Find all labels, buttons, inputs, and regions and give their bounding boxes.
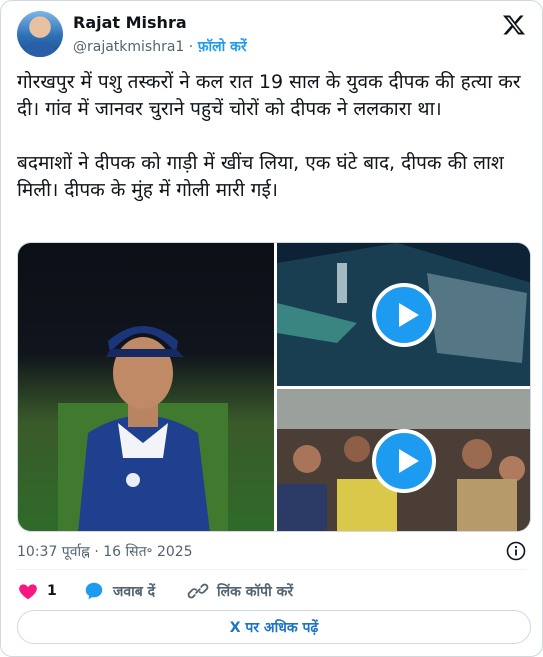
read-more-button[interactable]: X पर अधिक पढ़ें (17, 610, 531, 644)
timestamp[interactable]: 10:37 पूर्वाह्न · 16 सित॰ 2025 (17, 544, 193, 560)
media-photo[interactable] (18, 243, 274, 531)
reply-button[interactable]: जवाब दें (83, 579, 155, 603)
like-button[interactable]: 1 (17, 579, 57, 603)
handle-separator: · (188, 39, 194, 55)
avatar[interactable] (17, 11, 63, 57)
reply-bubble-icon (85, 582, 103, 600)
tweet-header: Rajat Mishra @rajatkmishra1 · फ़ॉलो करें (17, 11, 526, 59)
link-icon (187, 583, 209, 599)
author-handle-row: @rajatkmishra1 · फ़ॉलो करें (73, 37, 247, 56)
heart-icon (19, 584, 37, 600)
tweet-card: Rajat Mishra @rajatkmishra1 · फ़ॉलो करें… (0, 0, 543, 657)
meta-row: 10:37 पूर्वाह्न · 16 सित॰ 2025 (17, 541, 526, 563)
media-grid (17, 242, 531, 532)
person-photo (58, 326, 228, 531)
info-icon[interactable] (506, 541, 526, 561)
copy-link-label: लिंक कॉपी करें (217, 583, 294, 600)
follow-button[interactable]: फ़ॉलो करें (198, 39, 247, 55)
author-handle[interactable]: @rajatkmishra1 (73, 39, 184, 55)
play-icon[interactable] (372, 429, 436, 493)
copy-link-button[interactable]: लिंक कॉपी करें (187, 579, 293, 603)
divider (17, 569, 526, 570)
media-video-1[interactable] (277, 243, 530, 386)
reply-label: जवाब दें (113, 583, 156, 600)
action-bar: 1 जवाब दें लिंक कॉपी करें (17, 579, 526, 603)
like-count: 1 (47, 583, 57, 599)
tweet-text: गोरखपुर में पशु तस्करों ने कल रात 19 साल… (17, 71, 521, 201)
play-icon[interactable] (372, 283, 436, 347)
x-logo-icon[interactable] (502, 13, 526, 37)
author-name[interactable]: Rajat Mishra (73, 13, 187, 32)
media-video-2[interactable] (277, 389, 530, 531)
